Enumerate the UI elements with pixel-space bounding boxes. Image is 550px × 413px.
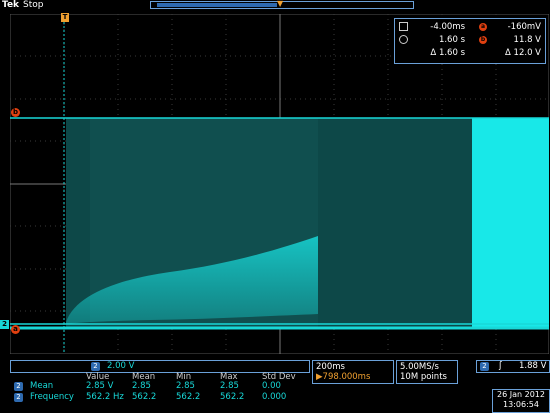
measurement-name: Mean xyxy=(30,381,54,391)
measurement-min: 2.85 xyxy=(176,381,195,391)
cursor-readout: -4.00ms a -160mV 1.60 s b 11.8 V Δ 1.60 … xyxy=(394,18,546,64)
ch2-ground-marker-icon[interactable]: 2 xyxy=(0,320,9,329)
cursor-delta-voltage: Δ 12.0 V xyxy=(505,48,541,58)
ch2-badge: 2 xyxy=(91,362,100,371)
cursor-a-time: -4.00ms xyxy=(430,22,465,32)
trigger-slope-icon: ʃ xyxy=(499,361,502,371)
acquisition-box[interactable]: 5.00MS/s 10M points xyxy=(396,360,458,384)
cursor-b-voltage-badge: b xyxy=(479,35,487,44)
graticule xyxy=(10,14,549,354)
date-time-display: 26 Jan 2012 13:06:54 xyxy=(492,389,550,413)
measurement-value: 2.85 V xyxy=(86,381,114,391)
cursor-readout-row xyxy=(399,34,408,46)
measurement-name: Frequency xyxy=(30,392,74,402)
time-per-div: 200ms xyxy=(316,362,345,372)
measurement-max: 2.85 xyxy=(220,381,239,391)
waveform-dense-region xyxy=(472,118,549,328)
brand-logo: Tek xyxy=(2,0,20,10)
date: 26 Jan 2012 xyxy=(497,390,545,399)
measurement-min: 562.2 xyxy=(176,392,201,402)
measurement-max: 562.2 xyxy=(220,392,245,402)
waveform-display[interactable] xyxy=(10,14,549,354)
brand-status: Tek Stop xyxy=(2,0,44,10)
trigger-box[interactable]: 2 ʃ 1.88 V xyxy=(476,360,550,373)
cursor-b-time: 1.60 s xyxy=(438,35,465,45)
status-bar: Tek Stop ▼ xyxy=(0,0,550,10)
time: 13:06:54 xyxy=(503,400,539,409)
reference-b-icon[interactable]: b xyxy=(11,108,20,117)
cursor-b-voltage: 11.8 V xyxy=(513,35,541,45)
measurement-value: 562.2 Hz xyxy=(86,392,124,402)
trigger-position-icon[interactable]: T xyxy=(61,13,69,22)
cursor-readout-row xyxy=(399,21,408,33)
row-channel-badge: 2 xyxy=(14,382,23,391)
reference-a-icon[interactable]: a xyxy=(11,325,20,334)
cursor-a-icon xyxy=(399,22,408,31)
trigger-source-badge: 2 xyxy=(480,362,489,371)
record-view-window xyxy=(157,3,277,7)
trigger-level: 1.88 V xyxy=(519,361,547,371)
row-channel-badge: 2 xyxy=(14,393,23,402)
ch2-volts-per-div: 2.00 V xyxy=(107,361,135,371)
trigger-point-marker-icon: ▼ xyxy=(277,0,284,8)
cursor-delta-time: Δ 1.60 s xyxy=(430,48,465,58)
cursor-a-voltage: -160mV xyxy=(507,22,541,32)
measurement-stddev: 0.000 xyxy=(262,392,287,402)
cursor-a-voltage-badge: a xyxy=(479,22,487,31)
measurement-stddev: 0.00 xyxy=(262,381,281,391)
measurement-mean: 2.85 xyxy=(132,381,151,391)
record-length: 10M points xyxy=(400,372,447,382)
timebase-box[interactable]: 200ms ▶798.000ms xyxy=(312,360,394,384)
measurement-mean: 562.2 xyxy=(132,392,157,402)
acquisition-state[interactable]: Stop xyxy=(23,0,43,10)
cursor-b-icon xyxy=(399,35,408,44)
horizontal-position: ▶798.000ms xyxy=(316,372,371,382)
sample-rate: 5.00MS/s xyxy=(400,362,439,372)
